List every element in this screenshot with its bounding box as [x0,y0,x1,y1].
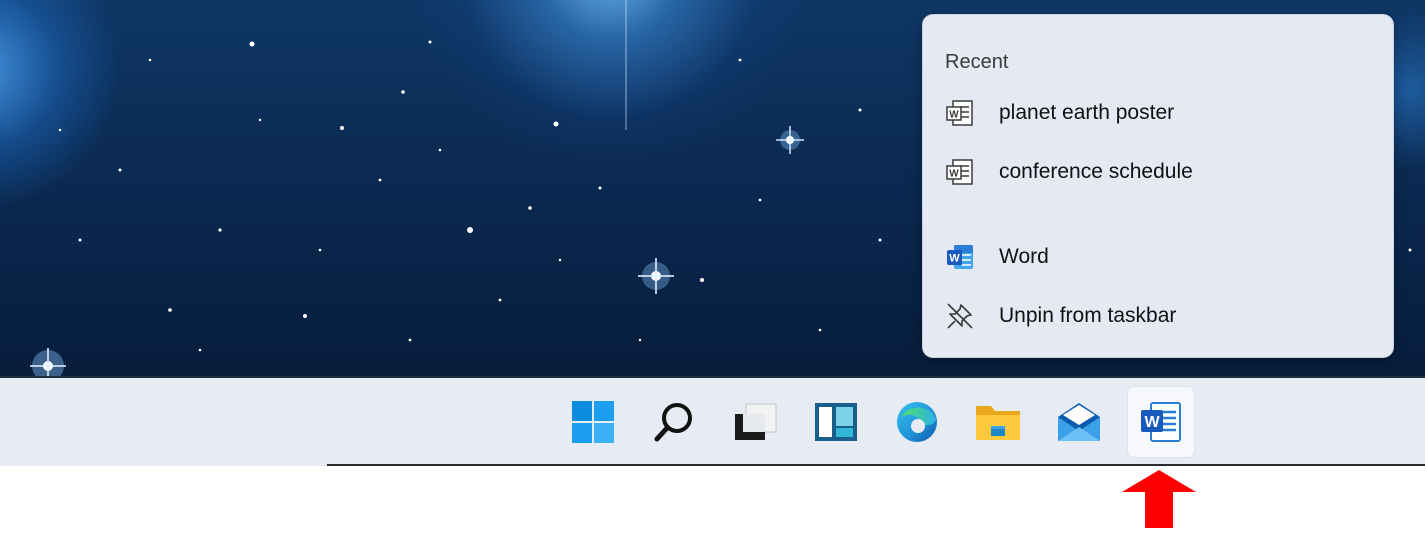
word-app-icon: W [943,240,977,274]
svg-text:W: W [949,110,959,121]
word-app-icon: W [1138,399,1184,445]
word-action-label: Word [999,245,1049,268]
svg-text:W: W [949,253,960,265]
word-jump-list: Recent W planet earth poster W conferenc… [923,15,1393,357]
task-view-button[interactable] [725,390,785,454]
red-up-arrow-icon [1120,468,1198,535]
start-button[interactable] [563,390,623,454]
folder-icon [973,400,1023,444]
widgets-icon [814,402,858,442]
mail-button[interactable] [1049,390,1109,454]
unpin-from-taskbar-action[interactable]: Unpin from taskbar [943,296,1373,336]
unpin-action-label: Unpin from taskbar [999,304,1177,327]
mail-icon [1055,401,1103,443]
word-document-icon: W [943,96,977,130]
edge-button[interactable] [887,390,947,454]
svg-text:W: W [949,169,959,180]
unpin-icon [943,299,977,333]
word-document-icon: W [943,155,977,189]
recent-item-planet-earth-poster[interactable]: W planet earth poster [943,93,1373,133]
windows-start-icon [571,400,615,444]
recent-heading: Recent [945,51,1009,73]
recent-item-conference-schedule[interactable]: W conference schedule [943,152,1373,192]
taskbar: W [0,378,1425,466]
open-word-action[interactable]: W Word [943,237,1373,277]
recent-item-label: conference schedule [999,160,1193,183]
svg-text:W: W [1144,414,1160,431]
edge-icon [894,399,940,445]
search-button[interactable] [644,390,704,454]
widgets-button[interactable] [806,390,866,454]
task-view-icon [732,402,778,442]
recent-item-label: planet earth poster [999,101,1175,124]
word-button[interactable]: W [1128,387,1194,457]
search-icon [652,400,696,444]
taskbar-edge [327,464,1425,466]
file-explorer-button[interactable] [968,390,1028,454]
